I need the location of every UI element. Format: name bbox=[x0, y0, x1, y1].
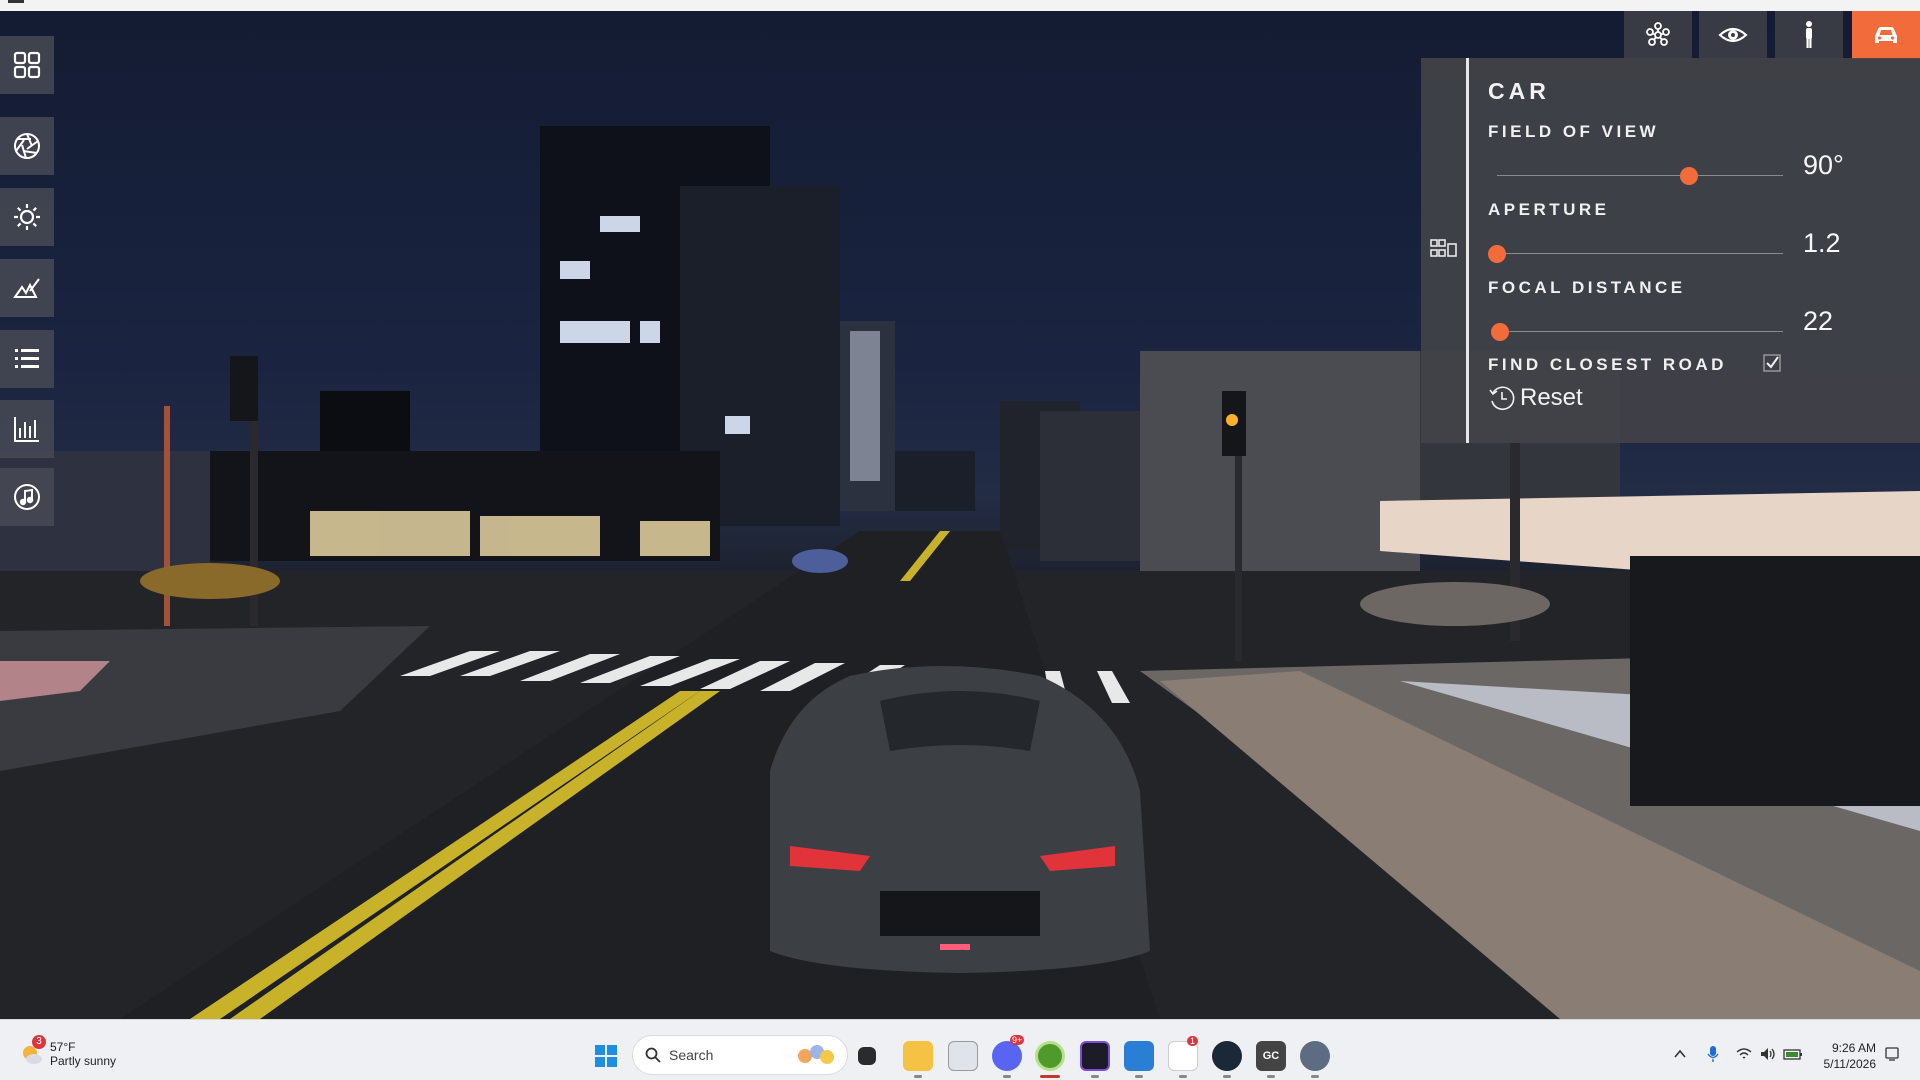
layout-toggle-icon[interactable] bbox=[1430, 238, 1458, 260]
slider-track bbox=[1497, 331, 1783, 332]
tab-network[interactable] bbox=[1624, 11, 1692, 59]
camera-aperture-button[interactable] bbox=[0, 117, 54, 175]
microphone-icon[interactable] bbox=[1706, 1045, 1720, 1063]
list-icon bbox=[15, 349, 39, 368]
car-camera-panel: CAR FIELD OF VIEW 90° APERTURE 1.2 FOCAL… bbox=[1421, 58, 1920, 443]
list-button[interactable] bbox=[0, 330, 54, 388]
windows-start-icon[interactable] bbox=[594, 1044, 618, 1068]
steam-icon[interactable] bbox=[1212, 1041, 1242, 1071]
weather-desc: Partly sunny bbox=[50, 1054, 117, 1068]
discord-badge: 9+ bbox=[1010, 1035, 1025, 1045]
reset-button[interactable]: Reset bbox=[1488, 384, 1583, 412]
system-clock[interactable]: 9:26 AM 5/11/2026 bbox=[1810, 1040, 1877, 1072]
find-closest-road-label: FIND CLOSEST ROAD bbox=[1488, 355, 1727, 374]
focal-distance-label: FOCAL DISTANCE bbox=[1488, 278, 1686, 297]
contacts-app-icon[interactable] bbox=[948, 1041, 978, 1071]
slider-track bbox=[1497, 253, 1783, 254]
slack-badge: 1 bbox=[1187, 1036, 1199, 1046]
running-indicator bbox=[1311, 1075, 1319, 1078]
running-indicator bbox=[914, 1075, 922, 1078]
desktop: CAR FIELD OF VIEW 90° APERTURE 1.2 FOCAL… bbox=[0, 0, 1920, 1080]
search-icon bbox=[645, 1047, 661, 1063]
grid-button[interactable] bbox=[0, 36, 54, 94]
battery-icon[interactable] bbox=[1783, 1047, 1803, 1061]
running-indicator bbox=[1003, 1075, 1011, 1078]
tab-car[interactable] bbox=[1852, 11, 1920, 59]
aperture-label: APERTURE bbox=[1488, 200, 1610, 219]
discord-icon[interactable]: 9+ bbox=[992, 1035, 1025, 1071]
car-icon bbox=[1875, 27, 1897, 43]
panel-title: CAR bbox=[1488, 78, 1550, 104]
reset-clock-icon bbox=[1489, 386, 1515, 410]
notifications-icon[interactable] bbox=[1884, 1046, 1900, 1062]
window-title-bar bbox=[0, 0, 1920, 11]
game-app-icon[interactable] bbox=[1035, 1041, 1065, 1071]
weather-widget[interactable]: 3 57°F Partly sunny bbox=[18, 1035, 117, 1068]
statistics-button[interactable] bbox=[0, 400, 54, 458]
clock-date: 5/11/2026 bbox=[1823, 1057, 1877, 1071]
lighting-button[interactable] bbox=[0, 188, 54, 246]
affinity-app-icon[interactable] bbox=[1080, 1041, 1110, 1071]
weather-temp: 57°F bbox=[50, 1040, 76, 1054]
grid-icon bbox=[13, 51, 41, 79]
audio-button[interactable] bbox=[0, 468, 54, 526]
find-closest-road-checkbox[interactable] bbox=[1763, 354, 1781, 372]
eye-icon bbox=[1718, 27, 1748, 43]
slack-icon[interactable]: 1 bbox=[1168, 1036, 1199, 1071]
active-indicator bbox=[1040, 1075, 1060, 1078]
slider-thumb[interactable] bbox=[1490, 323, 1509, 341]
slider-thumb[interactable] bbox=[1488, 245, 1506, 263]
aperture-slider[interactable] bbox=[1488, 244, 1783, 264]
panel-divider bbox=[1466, 58, 1469, 443]
slider-track bbox=[1497, 175, 1783, 176]
focal-distance-value: 22 bbox=[1803, 306, 1834, 336]
running-indicator bbox=[1223, 1075, 1231, 1078]
field-of-view-label: FIELD OF VIEW bbox=[1488, 122, 1660, 141]
taskbar-search[interactable]: Search bbox=[632, 1035, 848, 1075]
weather-icon: 3 bbox=[18, 1035, 46, 1067]
weather-badge: 3 bbox=[32, 1035, 46, 1049]
focal-distance-slider[interactable] bbox=[1490, 322, 1783, 342]
running-indicator bbox=[1267, 1075, 1275, 1078]
reset-label: Reset bbox=[1520, 384, 1583, 411]
file-explorer-icon[interactable] bbox=[903, 1041, 933, 1071]
bar-chart-icon bbox=[14, 417, 39, 442]
tab-visibility[interactable] bbox=[1699, 11, 1767, 59]
running-indicator bbox=[1135, 1075, 1143, 1078]
aperture-icon bbox=[14, 133, 40, 159]
paint-brush-icon bbox=[13, 278, 40, 298]
slider-thumb[interactable] bbox=[1679, 167, 1698, 185]
task-view-icon[interactable] bbox=[858, 1047, 876, 1065]
tab-pedestrian[interactable] bbox=[1775, 11, 1843, 59]
menu-icon[interactable] bbox=[8, 0, 24, 3]
settings-gear-icon[interactable] bbox=[1300, 1041, 1330, 1071]
sun-icon bbox=[14, 204, 40, 230]
running-indicator bbox=[1179, 1075, 1187, 1078]
paint-button[interactable] bbox=[0, 259, 54, 317]
field-of-view-value: 90° bbox=[1803, 150, 1844, 180]
gc-app-icon[interactable]: GC bbox=[1256, 1041, 1286, 1071]
pedestrian-icon bbox=[1806, 21, 1812, 48]
wifi-icon[interactable] bbox=[1736, 1047, 1752, 1061]
search-placeholder: Search bbox=[669, 1047, 714, 1063]
running-indicator bbox=[1091, 1075, 1099, 1078]
tray-overflow-chevron-icon[interactable] bbox=[1674, 1049, 1686, 1059]
search-highlight-icon bbox=[798, 1045, 834, 1064]
network-icon bbox=[1646, 22, 1670, 46]
photos-app-icon[interactable] bbox=[1124, 1041, 1154, 1071]
volume-icon[interactable] bbox=[1759, 1046, 1777, 1062]
music-icon bbox=[14, 484, 40, 510]
aperture-value: 1.2 bbox=[1803, 228, 1841, 258]
field-of-view-slider[interactable] bbox=[1497, 166, 1783, 186]
clock-time: 9:26 AM bbox=[1831, 1041, 1876, 1055]
